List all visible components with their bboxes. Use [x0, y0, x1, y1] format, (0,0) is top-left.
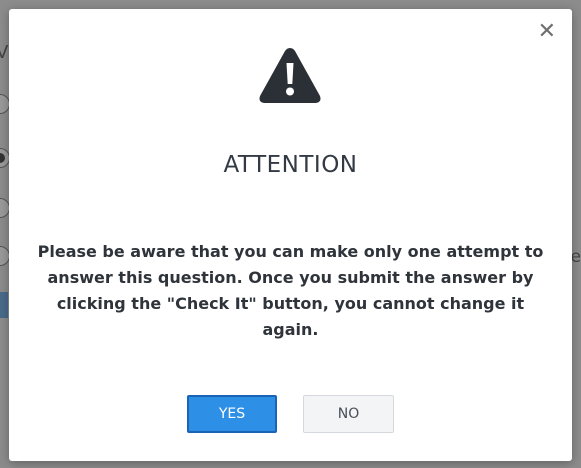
dialog-message: Please be aware that you can make only o…	[19, 239, 562, 343]
background-button-edge	[0, 292, 8, 318]
close-icon[interactable]: ✕	[538, 21, 556, 43]
message-line: Please be aware that you can make only o…	[37, 242, 544, 261]
message-line: clicking the "Check It" button, you cann…	[56, 294, 525, 313]
yes-button[interactable]: YES	[187, 395, 277, 433]
background-text: V	[0, 42, 9, 63]
message-line: answer this question. Once you submit th…	[47, 268, 534, 287]
no-button[interactable]: NO	[303, 395, 394, 433]
message-line: again.	[262, 320, 319, 339]
warning-triangle-icon	[259, 48, 321, 103]
attention-dialog: ✕ ATTENTION Please be aware that you can…	[9, 9, 572, 461]
dialog-title: ATTENTION	[223, 152, 358, 178]
